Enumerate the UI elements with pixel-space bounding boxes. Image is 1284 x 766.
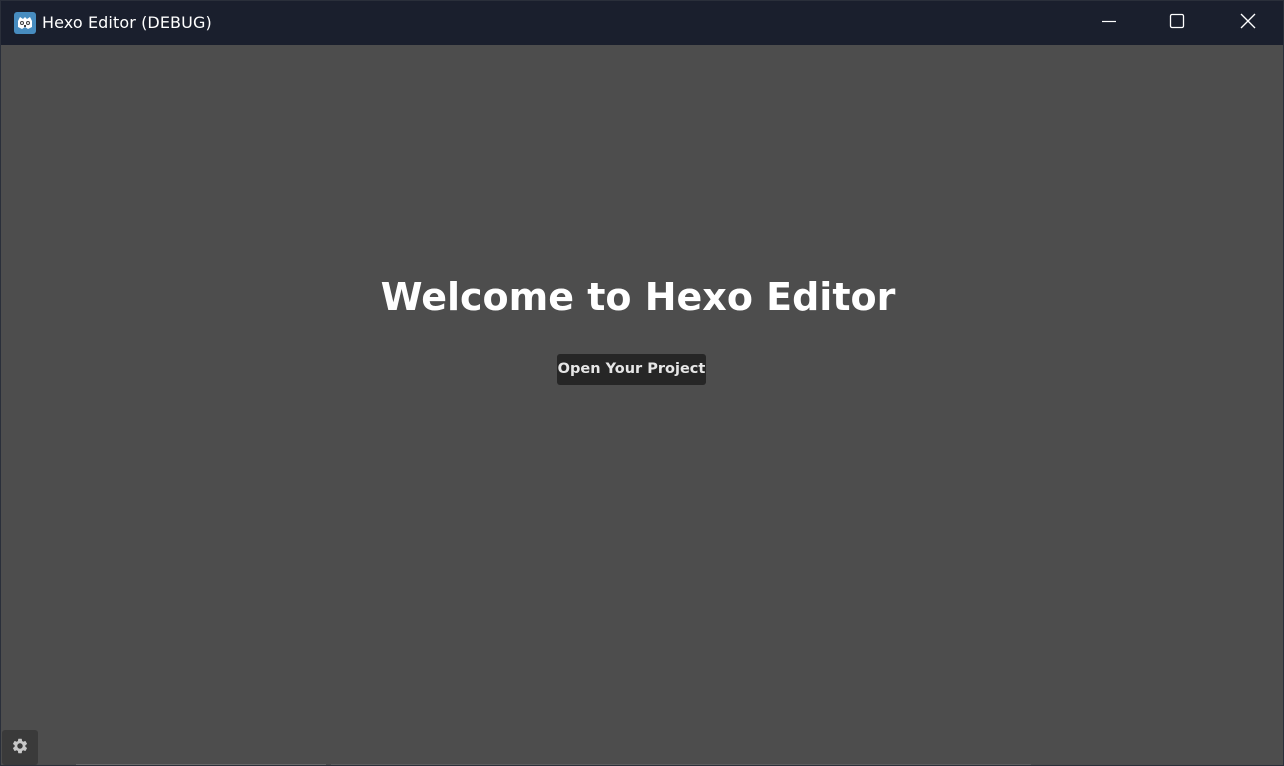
window-title: Hexo Editor (DEBUG): [42, 13, 212, 32]
minimize-button[interactable]: [1074, 1, 1144, 45]
close-button[interactable]: [1213, 1, 1283, 45]
title-bar[interactable]: Hexo Editor (DEBUG): [1, 1, 1283, 45]
godot-engine-icon: [14, 12, 36, 34]
maximize-button[interactable]: [1142, 1, 1212, 45]
settings-button[interactable]: [2, 730, 38, 765]
app-window: Hexo Editor (DEBUG) Welcome to Hexo Edit…: [0, 0, 1284, 766]
welcome-heading: Welcome to Hexo Editor: [380, 275, 896, 319]
close-icon: [1239, 12, 1257, 34]
open-project-button[interactable]: Open Your Project: [557, 354, 706, 385]
minimize-icon: [1101, 13, 1117, 33]
gear-icon: [11, 737, 29, 759]
maximize-icon: [1169, 13, 1185, 33]
